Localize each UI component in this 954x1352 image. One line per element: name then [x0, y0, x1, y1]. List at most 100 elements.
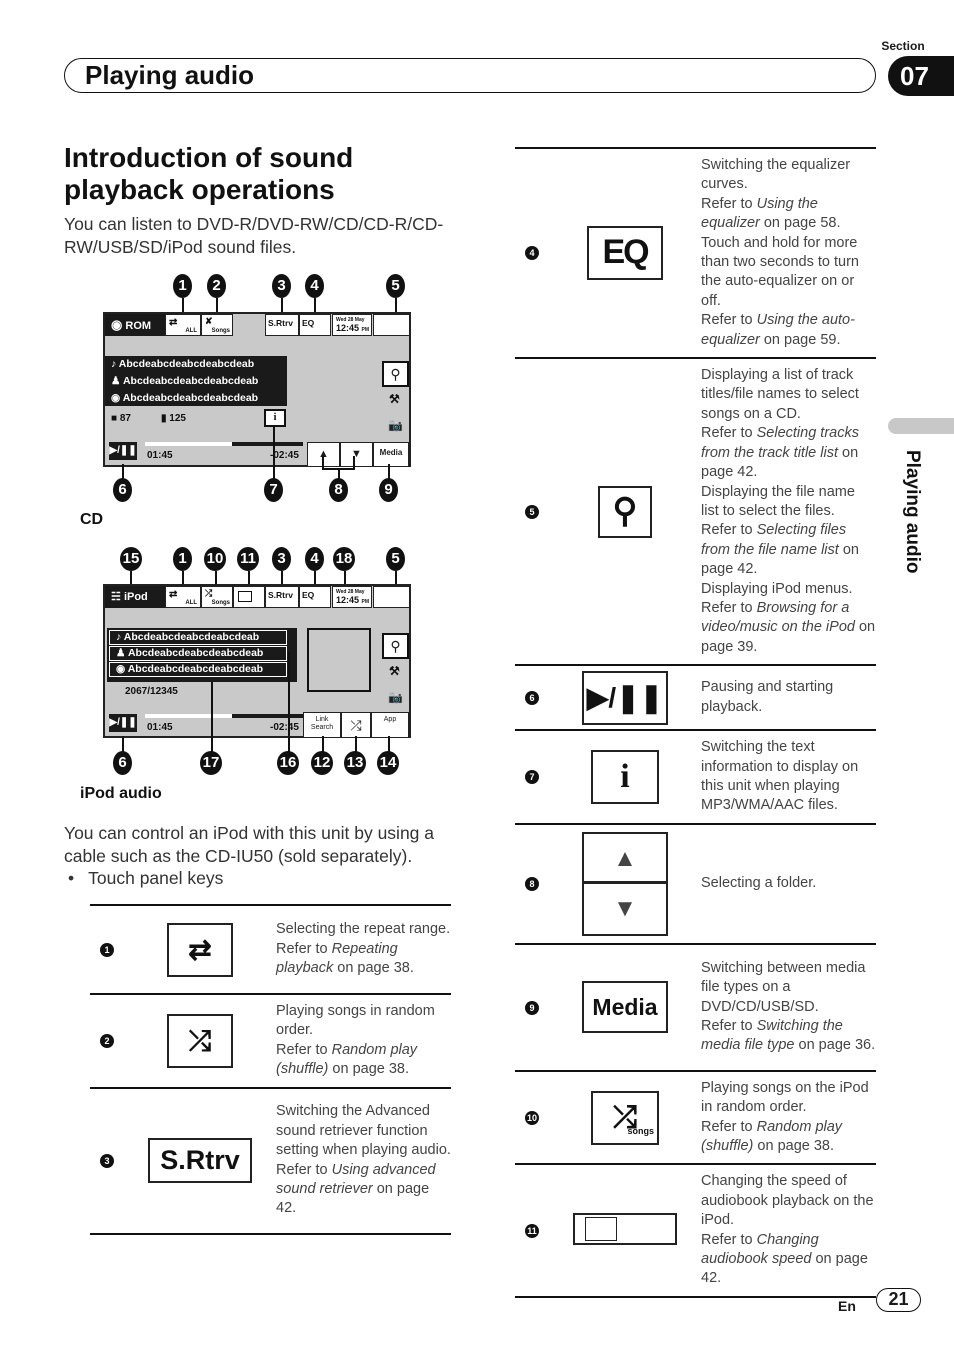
callout: 10 — [204, 547, 226, 571]
key-description: Selecting a folder. — [695, 822, 876, 945]
link-search-button[interactable]: Link Search — [303, 712, 341, 738]
disc-icon: ◉ — [116, 663, 126, 675]
page-number: 21 — [876, 1288, 921, 1312]
camera-icon[interactable]: 📷 — [388, 418, 403, 432]
shuffle-button[interactable]: ✘ Songs — [201, 314, 233, 336]
callout: 13 — [344, 751, 366, 775]
row-number: 5 — [525, 504, 539, 519]
repeat-icon: ⇄ — [167, 922, 233, 977]
row-number: 3 — [100, 1153, 114, 1168]
keys-table-right: 4 EQ Switching the equalizer curves. Refe… — [515, 146, 876, 1298]
callout: 4 — [305, 547, 324, 571]
source-label: ☵ iPod — [105, 586, 165, 608]
scroll-indicator[interactable] — [289, 628, 297, 682]
section-label: Section — [881, 39, 925, 53]
key-description: Playing songs in random order. Refer to R… — [270, 993, 451, 1089]
file-count: ▮ 125 — [161, 413, 186, 424]
up-arrow-icon: ▲ — [584, 834, 666, 884]
key-row: 3 S.Rtrv Switching the Advanced sound re… — [90, 1086, 451, 1235]
album-row[interactable]: ◉ Abcdeabcdeabcdeabcdeab — [109, 662, 287, 677]
track-info-list: ♪ Abcdeabcdeabcdeabcdeab ♟ Abcdeabcdeabc… — [105, 356, 287, 406]
track-info-list: ♪ Abcdeabcdeabcdeabcdeab ♟ Abcdeabcdeabc… — [107, 628, 289, 682]
clock: Wed 28 May 12:45 PM — [332, 586, 372, 608]
callout: 7 — [264, 478, 283, 502]
row-number: 4 — [525, 246, 539, 261]
progress-bar[interactable] — [145, 442, 303, 446]
bullet-item: • Touch panel keys — [68, 868, 224, 888]
folder-count: ■ 87 — [111, 413, 131, 424]
media-icon: Media — [582, 981, 668, 1034]
settings-icon[interactable]: ⚒ — [389, 392, 400, 406]
artist-row[interactable]: ♟ Abcdeabcdeabcdeabcdeab — [109, 646, 287, 661]
callout: 6 — [113, 478, 132, 502]
key-description: Switching the equalizer curves. Refer to … — [695, 146, 876, 360]
page-header-title: Playing audio — [85, 60, 255, 90]
eq-button[interactable]: EQ — [299, 586, 331, 608]
key-row: 10 ⤮ songs Playing songs on the iPod in r… — [515, 1069, 876, 1166]
srtrv-button[interactable]: S.Rtrv — [265, 586, 299, 608]
eq-button[interactable]: EQ — [299, 314, 331, 336]
artist-icon: ♟ — [116, 647, 126, 659]
key-description: Selecting the repeat range. Refer to Repe… — [270, 904, 451, 995]
progress-bar[interactable] — [145, 714, 303, 718]
side-tab-label: Playing audio — [902, 450, 923, 574]
info-button[interactable]: i — [264, 409, 286, 427]
row-number: 2 — [100, 1034, 114, 1049]
track-title-row[interactable]: ♪ Abcdeabcdeabcdeabcdeab — [109, 630, 287, 645]
callout: 11 — [237, 547, 259, 571]
key-row: 6 ▶/❚❚ Pausing and starting playback. — [515, 664, 876, 732]
repeat-button[interactable]: ⇄ ALL — [165, 314, 201, 336]
callout: 18 — [333, 547, 355, 571]
track-title-row: ♪ Abcdeabcdeabcdeabcdeab — [111, 358, 255, 370]
key-description: Switching between media file types on a … — [695, 942, 876, 1072]
row-number: 8 — [525, 877, 539, 892]
side-tab-marker — [888, 418, 954, 434]
artist-row: ♟ Abcdeabcdeabcdeabcdeab — [111, 375, 259, 387]
search-button[interactable]: ⚲ — [382, 633, 409, 659]
row-number: 6 — [525, 690, 539, 705]
key-row: 7 i Switching the text information to di… — [515, 729, 876, 825]
info-icon: i — [591, 749, 659, 804]
language-label: En — [838, 1298, 856, 1314]
play-pause-button[interactable]: ▶/❚❚ — [109, 714, 137, 732]
key-description: Switching the Advanced sound retriever f… — [270, 1086, 451, 1235]
key-description: Pausing and starting playback. — [695, 664, 876, 732]
audiobook-speed-icon — [573, 1213, 677, 1246]
cd-screen: ◉ ROM ⇄ ALL ✘ Songs S.Rtrv EQ Wed 28 May 12… — [103, 312, 411, 467]
callout: 5 — [386, 547, 405, 571]
music-note-icon: ♪ — [116, 631, 122, 643]
row-number: 1 — [100, 942, 114, 957]
key-row: 2 ⤮ Playing songs in random order. Refer … — [90, 993, 451, 1089]
eq-icon: EQ — [587, 226, 663, 281]
camera-icon[interactable]: 📷 — [388, 690, 403, 704]
section-number: 07 — [888, 56, 954, 96]
app-mode-button[interactable]: App — [371, 712, 409, 738]
callout: 1 — [173, 274, 192, 298]
callout: 4 — [305, 274, 324, 298]
media-button[interactable]: Media — [373, 442, 409, 467]
settings-icon[interactable]: ⚒ — [389, 664, 400, 678]
shuffle-songs-button[interactable]: ⤮ Songs — [201, 586, 233, 608]
play-pause-button[interactable]: ▶/❚❚ — [109, 442, 137, 460]
clock: Wed 28 May 12:45 PM — [332, 314, 372, 336]
callout: 5 — [386, 274, 405, 298]
key-row: 8 ▲ ▼ Selecting a folder. — [515, 822, 876, 945]
album-row: ◉ Abcdeabcdeabcdeabcdeab — [111, 392, 259, 404]
artwork[interactable] — [307, 628, 371, 692]
key-row: 1 ⇄ Selecting the repeat range. Refer to … — [90, 904, 451, 995]
key-description: Playing songs on the iPod in random orde… — [695, 1069, 876, 1166]
row-number: 11 — [525, 1223, 539, 1238]
shuffle-all-button[interactable]: ⤮ — [341, 712, 371, 738]
search-button[interactable]: ⚲ — [382, 361, 409, 387]
callout: 16 — [277, 751, 299, 775]
remaining-time: -02:45 — [270, 722, 299, 733]
intro-text: You can listen to DVD-R/DVD-RW/CD/CD-R/C… — [64, 214, 444, 257]
srtrv-button[interactable]: S.Rtrv — [265, 314, 299, 336]
keys-table-left: 1 ⇄ Selecting the repeat range. Refer to … — [90, 904, 451, 1235]
callout: 17 — [200, 751, 222, 775]
audiobook-speed-button[interactable] — [233, 586, 265, 608]
callout: 9 — [379, 478, 398, 502]
repeat-button[interactable]: ⇄ ALL — [165, 586, 201, 608]
folder-down-button[interactable]: ▼ — [340, 442, 373, 467]
callout: 2 — [207, 274, 226, 298]
